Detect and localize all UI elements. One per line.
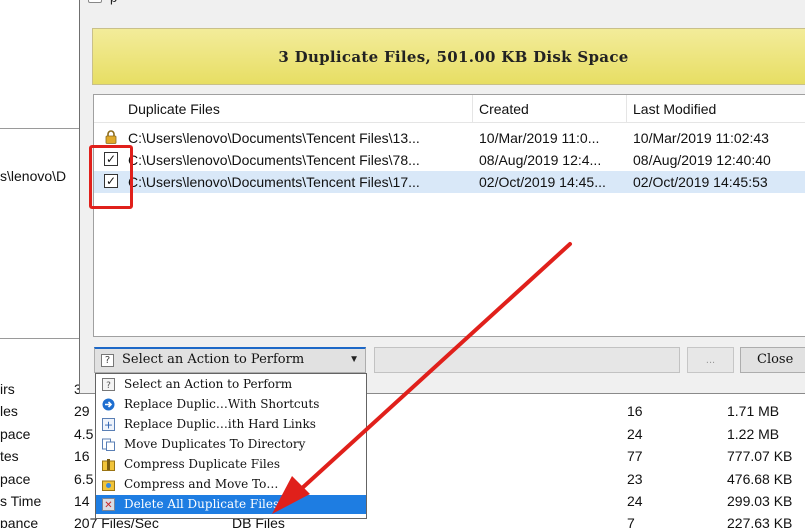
menu-item-select-action[interactable]: ? Select an Action to Perform [96,375,366,394]
table-row[interactable]: ✓ C:\Users\lenovo\Documents\Tencent File… [94,149,805,171]
file-count: 77 [627,448,643,464]
modified-date: 08/Aug/2019 12:40:40 [633,152,771,168]
destination-field[interactable] [374,347,680,373]
annotation-box [89,145,133,209]
menu-item-label: Compress Duplicate Files [124,457,281,471]
shortcut-icon [102,398,115,411]
stat-label: les [0,403,18,419]
file-size: 1.71 MB [727,403,780,419]
hard-link-icon: + [102,418,115,431]
folder-path-text: s\lenovo\D [0,168,67,184]
menu-item-compress-and-move[interactable]: Compress and Move To… [96,475,366,494]
modified-date: 02/Oct/2019 14:45:53 [633,174,768,190]
menu-item-compress-duplicates[interactable]: Compress Duplicate Files [96,455,366,474]
file-path: C:\Users\lenovo\Documents\Tencent Files\… [128,152,420,168]
menu-item-label: Compress and Move To… [124,477,279,491]
stat-label: pace [0,471,31,487]
stat-label: pance [0,515,39,528]
menu-item-replace-hard-links[interactable]: + Replace Duplic…ith Hard Links [96,415,366,434]
lock-icon [105,130,117,144]
created-date: 10/Mar/2019 11:0... [479,130,600,146]
file-count: 23 [627,471,643,487]
menu-item-label: Move Duplicates To Directory [124,437,306,451]
menu-item-label: Replace Duplic…With Shortcuts [124,397,320,411]
stat-value: 14 [74,493,90,509]
divider [0,338,80,339]
file-count: 16 [627,403,643,419]
menu-item-move-duplicates[interactable]: Move Duplicates To Directory [96,435,366,454]
column-divider[interactable] [472,95,473,123]
file-path: C:\Users\lenovo\Documents\Tencent Files\… [128,130,420,146]
stat-label: irs [0,381,15,397]
svg-text:?: ? [106,381,111,391]
menu-item-label: Select an Action to Perform [124,377,293,391]
list-header: Duplicate Files Created Last Modified [94,95,805,123]
column-header-last-modified[interactable]: Last Modified [633,101,716,117]
action-select[interactable]: ? Select an Action to Perform ▼ [94,347,366,373]
window-icon [88,0,102,3]
compress-icon [102,459,115,471]
menu-item-delete-all[interactable]: ✕ Delete All Duplicate Files [96,495,366,514]
menu-item-label: Replace Duplic…ith Hard Links [124,417,316,431]
action-dropdown-menu: ? Select an Action to Perform Replace Du… [95,373,367,519]
menu-item-label: Delete All Duplicate Files [124,497,280,511]
stat-value: 6.5 [74,471,94,487]
file-size: 476.68 KB [727,471,793,487]
created-date: 02/Oct/2019 14:45... [479,174,606,190]
summary-banner: 3 Duplicate Files, 501.00 KB Disk Space [92,28,805,85]
window-title: p [110,0,117,5]
table-row[interactable]: ✓ C:\Users\lenovo\Documents\Tencent File… [94,171,805,193]
file-count: 24 [627,426,643,442]
duplicate-files-list[interactable]: Duplicate Files Created Last Modified C:… [93,94,805,337]
stat-value: 16 [74,448,90,464]
summary-text: 3 Duplicate Files, 501.00 KB Disk Space [278,47,629,66]
created-date: 08/Aug/2019 12:4... [479,152,602,168]
file-size: 1.22 MB [727,426,780,442]
browse-button[interactable]: ... [687,347,734,373]
modified-date: 10/Mar/2019 11:02:43 [633,130,769,146]
column-header-created[interactable]: Created [479,101,529,117]
divider [0,128,80,129]
move-icon [102,438,115,451]
chevron-down-icon: ▼ [349,354,359,365]
delete-icon: ✕ [102,498,115,511]
close-button[interactable]: Close [740,347,805,373]
table-row[interactable]: C:\Users\lenovo\Documents\Tencent Files\… [94,127,805,149]
column-header-duplicate-files[interactable]: Duplicate Files [128,101,220,117]
svg-text:+: + [104,419,113,432]
stat-value: 29 [74,403,90,419]
stat-label: pace [0,426,31,442]
file-size: 777.07 KB [727,448,793,464]
svg-text:✕: ✕ [104,500,112,511]
stat-value: 4.5 [74,426,94,442]
question-icon: ? [102,378,115,391]
file-count: 24 [627,493,643,509]
file-size: 299.03 KB [727,493,793,509]
compress-move-icon [102,480,115,491]
file-size: 227.63 KB [727,515,793,528]
file-path: C:\Users\lenovo\Documents\Tencent Files\… [128,174,420,190]
duplicate-files-dialog: p 3 Duplicate Files, 501.00 KB Disk Spac… [79,0,805,394]
question-icon: ? [101,354,114,367]
file-count: 7 [627,515,635,528]
stat-label: s Time [0,493,42,509]
stat-label: tes [0,448,19,464]
action-select-value: Select an Action to Perform [122,352,305,367]
column-divider[interactable] [626,95,627,123]
menu-item-replace-shortcuts[interactable]: Replace Duplic…With Shortcuts [96,395,366,414]
